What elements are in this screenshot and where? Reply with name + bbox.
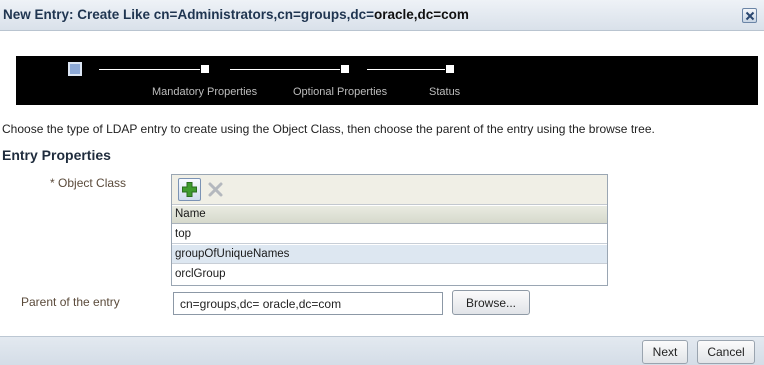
parent-entry-label: Parent of the entry: [21, 295, 120, 309]
table-row[interactable]: groupOfUniqueNames: [172, 245, 607, 264]
browse-button[interactable]: Browse...: [452, 290, 530, 315]
train-stop-current[interactable]: [68, 62, 82, 76]
train-connector: [367, 69, 445, 70]
add-object-class-button[interactable]: [178, 178, 201, 201]
dialog-title: New Entry: Create Like cn=Administrators…: [3, 7, 469, 22]
section-title: Entry Properties: [2, 147, 111, 163]
object-class-label-text: Object Class: [58, 176, 127, 190]
add-icon: [182, 182, 197, 197]
column-header-name[interactable]: Name: [172, 206, 607, 224]
object-class-toolbar: [172, 175, 607, 205]
train-connector: [99, 69, 200, 70]
dialog-footer: Next Cancel: [0, 336, 764, 365]
dialog-title-bar: New Entry: Create Like cn=Administrators…: [0, 0, 764, 31]
instructions-text: Choose the type of LDAP entry to create …: [2, 122, 655, 136]
remove-object-class-button[interactable]: [207, 181, 224, 198]
parent-entry-input[interactable]: [173, 292, 443, 315]
table-row[interactable]: top: [172, 225, 607, 244]
train-label-status[interactable]: Status: [429, 86, 460, 98]
object-class-table: Name top groupOfUniqueNames orclGroup: [171, 174, 608, 286]
train-connector: [230, 69, 340, 70]
remove-icon: [208, 182, 223, 197]
train-label-optional[interactable]: Optional Properties: [293, 86, 387, 98]
object-class-label: * Object Class: [50, 176, 126, 190]
cancel-button[interactable]: Cancel: [697, 340, 755, 364]
wizard-train: Mandatory Properties Optional Properties…: [16, 56, 758, 105]
train-label-mandatory[interactable]: Mandatory Properties: [152, 86, 257, 98]
required-marker: *: [50, 176, 55, 190]
table-row[interactable]: orclGroup: [172, 265, 607, 284]
dialog-title-host: oracle,dc=com: [373, 7, 469, 22]
train-stop-mandatory[interactable]: [201, 65, 209, 73]
dialog-title-prefix: New Entry: Create Like cn=Administrators…: [3, 7, 374, 22]
next-button[interactable]: Next: [642, 340, 688, 364]
train-stop-status[interactable]: [446, 65, 454, 73]
close-icon: [745, 11, 755, 21]
close-button[interactable]: [742, 8, 757, 23]
train-stop-optional[interactable]: [341, 65, 349, 73]
